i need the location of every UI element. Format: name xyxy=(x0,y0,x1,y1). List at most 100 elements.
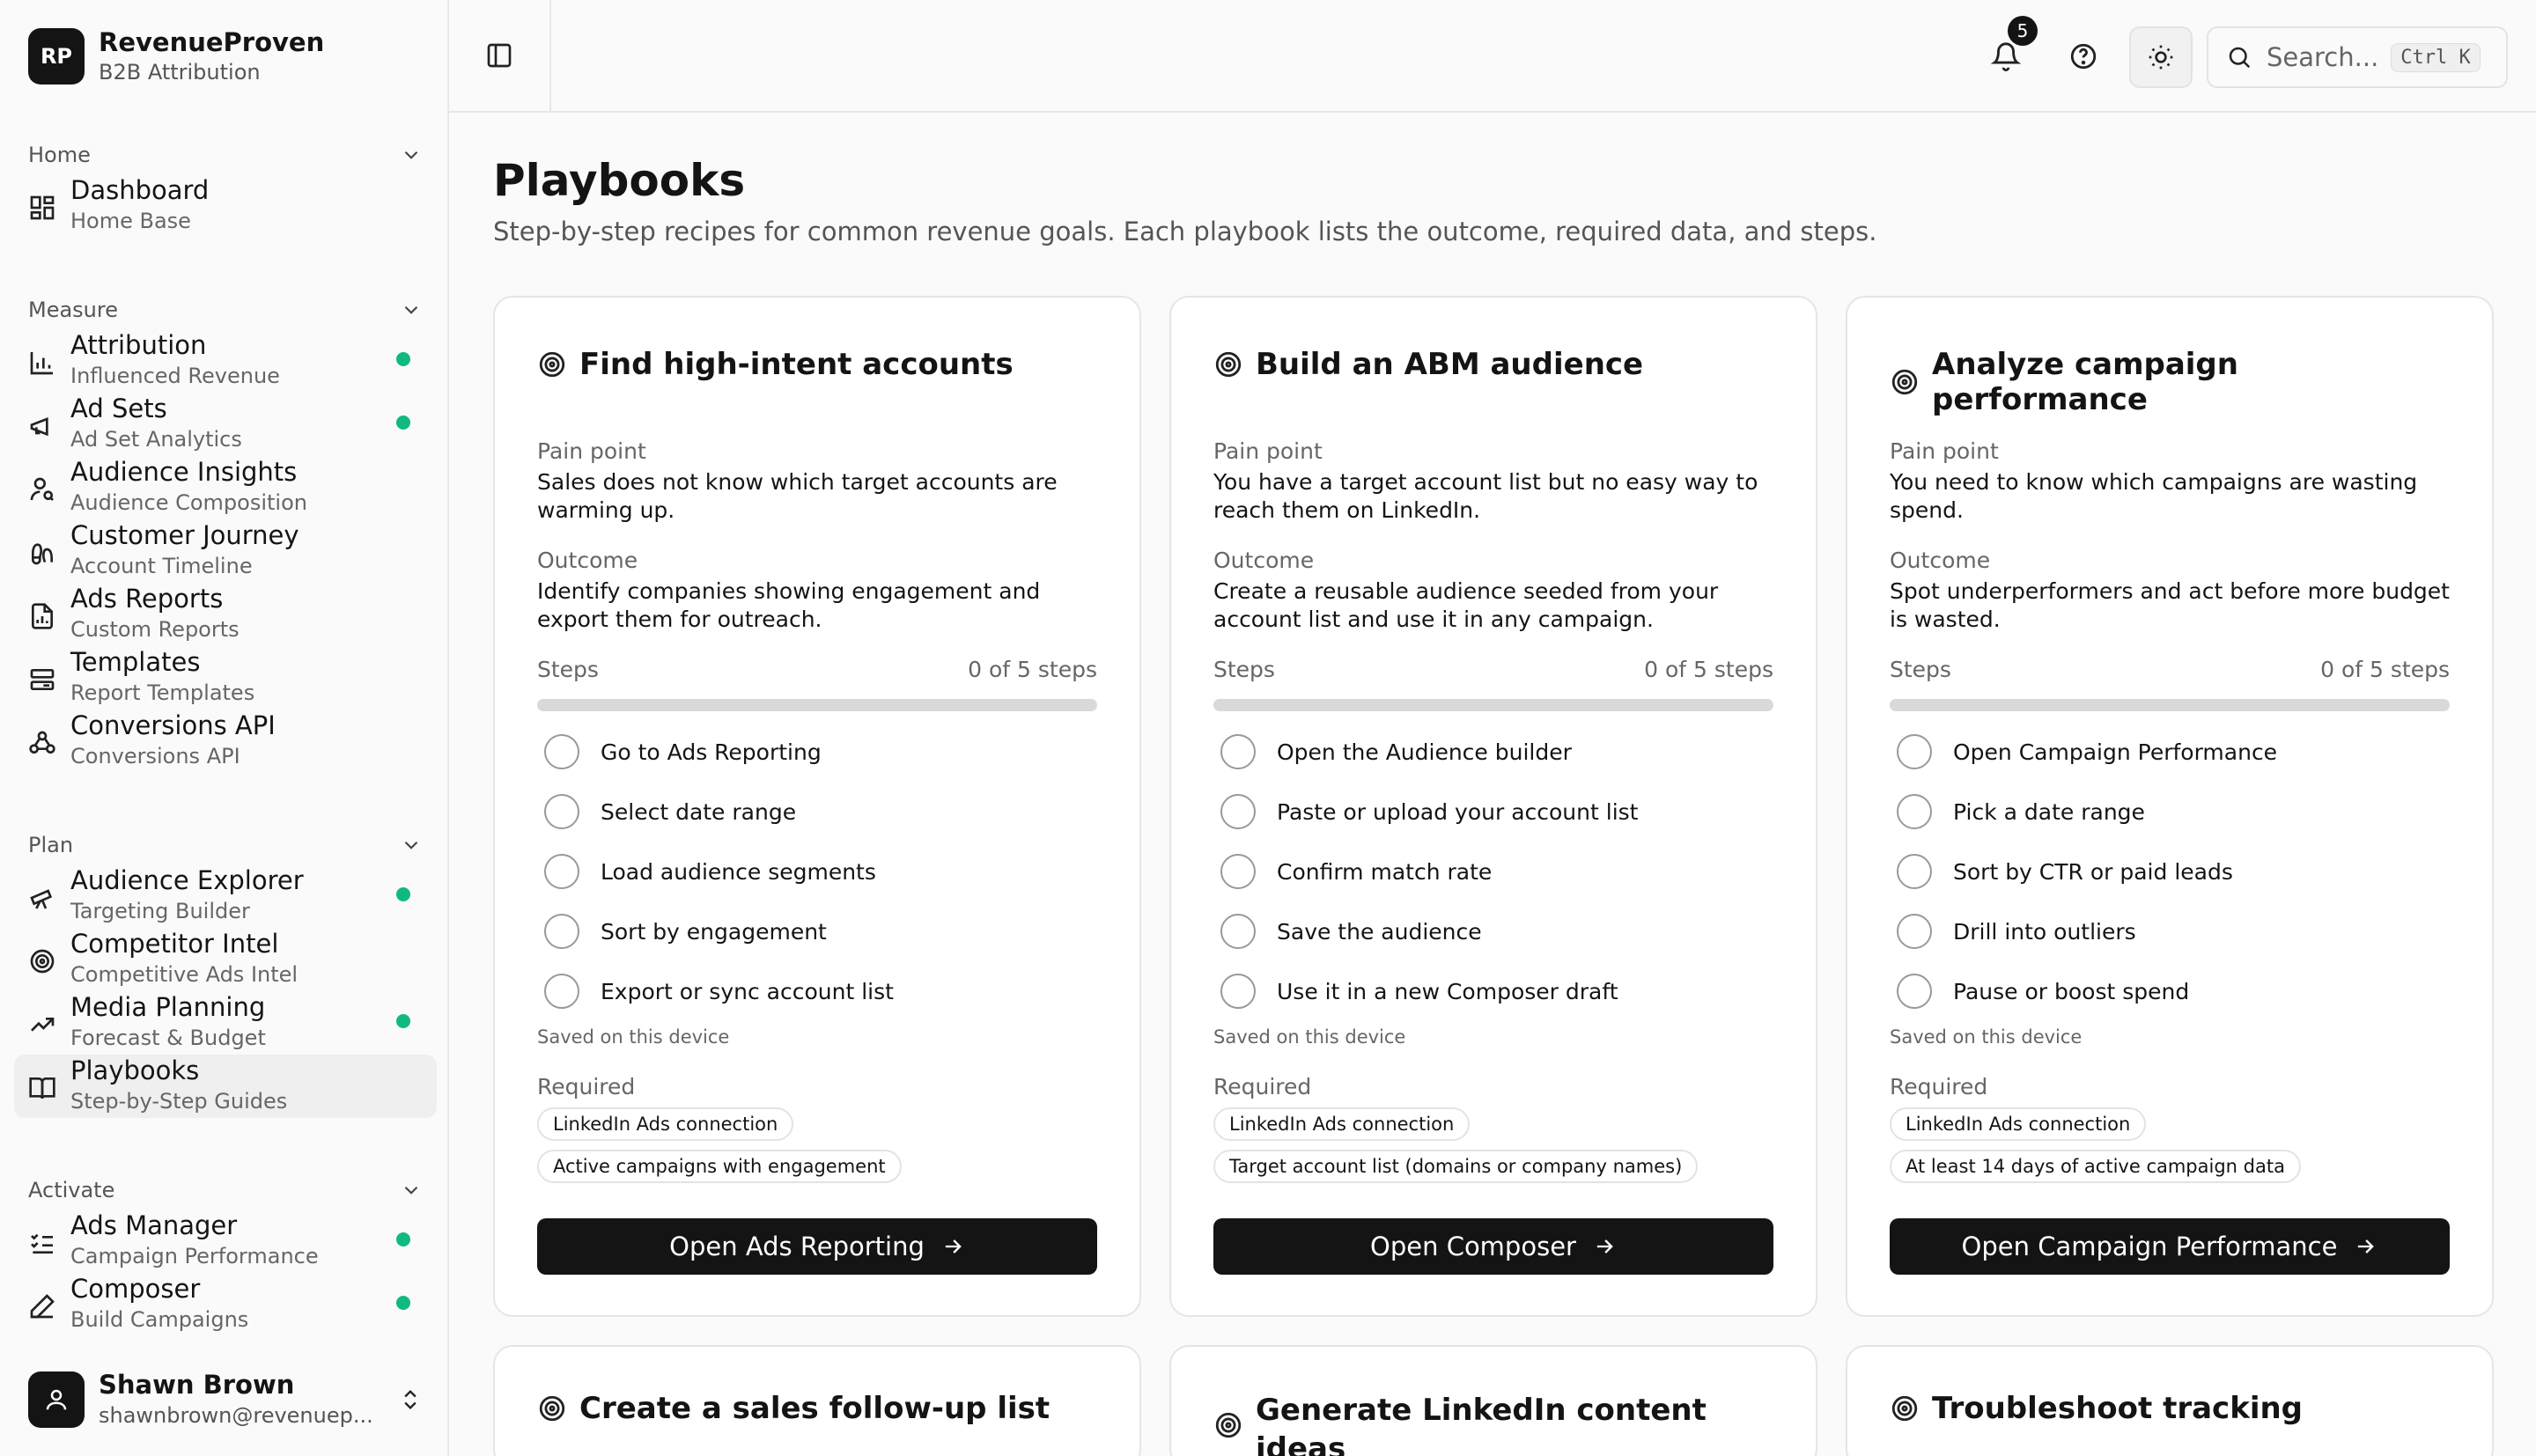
nav-group-header-plan[interactable]: Plan xyxy=(28,826,423,864)
file-chart-icon xyxy=(32,603,53,629)
open-ads-reporting-button[interactable]: Open Ads Reporting xyxy=(537,1218,1097,1275)
help-circle-icon xyxy=(2070,43,2097,70)
sidebar-item-conversions-api[interactable]: Conversions API Conversions API xyxy=(28,710,423,773)
help-button[interactable] xyxy=(2062,35,2105,77)
step-checkbox[interactable]: Select date range xyxy=(544,792,796,831)
trending-up-icon xyxy=(31,1018,55,1032)
step-checkbox[interactable]: Open Campaign Performance xyxy=(1897,732,2277,771)
open-composer-button[interactable]: Open Composer xyxy=(1213,1218,1773,1275)
sidebar: RP RevenueProven B2B Attribution Home Da… xyxy=(0,0,449,1456)
outcome-label: Outcome xyxy=(537,548,638,573)
webhook-icon xyxy=(29,731,55,754)
theme-toggle-button[interactable] xyxy=(2129,26,2193,88)
sidebar-item-label: Templates xyxy=(70,647,201,677)
playbook-card: Find high-intent accounts Pain point Sal… xyxy=(493,296,1141,1317)
target-icon xyxy=(1891,1395,1918,1422)
sidebar-item-sublabel: Step-by-Step Guides xyxy=(70,1089,288,1114)
step-checkbox[interactable]: Sort by engagement xyxy=(544,912,827,951)
step-checkbox[interactable]: Confirm match rate xyxy=(1220,852,1492,891)
steps-progress-count: 0 of 5 steps xyxy=(1644,657,1773,682)
steps-label: Steps xyxy=(1890,657,1951,682)
sidebar-item-attribution[interactable]: Attribution Influenced Revenue xyxy=(28,329,423,393)
sidebar-item-composer[interactable]: Composer Build Campaigns xyxy=(28,1273,423,1336)
step-checkbox[interactable]: Load audience segments xyxy=(544,852,876,891)
nav-group-label: Plan xyxy=(28,833,74,857)
nav-group-header-home[interactable]: Home xyxy=(28,136,423,174)
sidebar-item-label: Conversions API xyxy=(70,710,276,740)
brand[interactable]: RP RevenueProven B2B Attribution xyxy=(28,26,324,86)
sidebar-item-dashboard[interactable]: Dashboard Home Base xyxy=(28,174,423,238)
topbar: 5 Search... Ctrl K xyxy=(449,0,2536,113)
sidebar-item-playbooks[interactable]: Playbooks Step-by-Step Guides xyxy=(14,1055,437,1118)
sidebar-item-label: Ads Manager xyxy=(70,1210,238,1240)
status-dot xyxy=(396,1014,410,1028)
step-checkbox[interactable]: Paste or upload your account list xyxy=(1220,792,1638,831)
steps-progress-count: 0 of 5 steps xyxy=(968,657,1097,682)
user-icon xyxy=(46,1389,67,1410)
sidebar-item-sublabel: Conversions API xyxy=(70,744,240,768)
required-label: Required xyxy=(537,1074,636,1099)
outcome-text: Spot underperformers and act before more… xyxy=(1890,578,2450,632)
nav-group-label: Measure xyxy=(28,298,118,322)
sidebar-item-label: Audience Explorer xyxy=(70,865,304,895)
target-icon xyxy=(1215,1412,1242,1438)
brand-logo: RP xyxy=(28,28,85,85)
step-checkbox[interactable]: Sort by CTR or paid leads xyxy=(1897,852,2233,891)
nav-group-label: Home xyxy=(28,143,91,167)
page-subtitle: Step-by-step recipes for common revenue … xyxy=(493,217,1877,246)
sidebar-item-label: Dashboard xyxy=(70,175,210,205)
sidebar-item-label: Attribution xyxy=(70,330,207,360)
avatar xyxy=(28,1371,85,1428)
sidebar-toggle-button[interactable] xyxy=(449,0,551,111)
sidebar-item-ads-reports[interactable]: Ads Reports Custom Reports xyxy=(28,583,423,646)
bell-icon xyxy=(1991,42,2021,71)
step-checkbox[interactable]: Pick a date range xyxy=(1897,792,2145,831)
notifications-button[interactable]: 5 xyxy=(1985,16,2038,77)
sidebar-item-audience-insights[interactable]: Audience Insights Audience Composition xyxy=(28,456,423,519)
step-checkbox[interactable]: Drill into outliers xyxy=(1897,912,2136,951)
pain-point-label: Pain point xyxy=(1213,438,1323,464)
sidebar-item-ad-sets[interactable]: Ad Sets Ad Set Analytics xyxy=(28,393,423,456)
sidebar-item-label: Ad Sets xyxy=(70,393,167,423)
sidebar-item-sublabel: Competitive Ads Intel xyxy=(70,962,299,987)
saved-note: Saved on this device xyxy=(1213,1026,1406,1048)
playbook-title: Troubleshoot tracking xyxy=(1890,1391,2303,1426)
playbook-card: Build an ABM audience Pain point You hav… xyxy=(1169,296,1817,1317)
step-checkbox[interactable]: Open the Audience builder xyxy=(1220,732,1572,771)
steps-progress-bar xyxy=(1890,699,2450,711)
step-checkbox[interactable]: Export or sync account list xyxy=(544,972,894,1011)
notification-count-badge: 5 xyxy=(2008,16,2038,46)
step-checkbox[interactable]: Pause or boost spend xyxy=(1897,972,2189,1011)
saved-note: Saved on this device xyxy=(537,1026,730,1048)
step-checkbox[interactable]: Go to Ads Reporting xyxy=(544,732,822,771)
nav-group-header-measure[interactable]: Measure xyxy=(28,290,423,329)
sidebar-item-media-planning[interactable]: Media Planning Forecast & Budget xyxy=(28,991,423,1055)
chevron-down-icon xyxy=(404,151,418,159)
open-campaign-performance-button[interactable]: Open Campaign Performance xyxy=(1890,1218,2450,1275)
sidebar-item-sublabel: Audience Composition xyxy=(70,490,307,515)
status-dot xyxy=(396,887,410,901)
target-icon xyxy=(1215,351,1242,378)
nav-group-home: Home Dashboard Home Base xyxy=(28,136,423,238)
saved-note: Saved on this device xyxy=(1890,1026,2083,1048)
search-input[interactable]: Search... Ctrl K xyxy=(2207,26,2508,88)
sidebar-item-sublabel: Home Base xyxy=(70,209,191,233)
sidebar-item-customer-journey[interactable]: Customer Journey Account Timeline xyxy=(28,519,423,583)
sidebar-item-label: Audience Insights xyxy=(70,457,298,487)
sidebar-item-templates[interactable]: Templates Report Templates xyxy=(28,646,423,710)
nav-group-measure: Measure Attribution Influenced Revenue Ad… xyxy=(28,290,423,773)
sidebar-item-ads-manager[interactable]: Ads Manager Campaign Performance xyxy=(28,1210,423,1273)
sidebar-item-label: Playbooks xyxy=(70,1055,200,1085)
nav-group-header-activate[interactable]: Activate xyxy=(28,1171,423,1210)
list-checks-icon xyxy=(31,1233,53,1254)
steps-label: Steps xyxy=(537,657,599,682)
sidebar-item-audience-explorer[interactable]: Audience Explorer Targeting Builder xyxy=(28,864,423,928)
requirement-chip: LinkedIn Ads connection xyxy=(537,1107,794,1141)
step-checkbox[interactable]: Save the audience xyxy=(1220,912,1482,951)
user-menu[interactable]: Shawn Brown shawnbrown@revenuep... xyxy=(28,1364,423,1435)
nav-group-activate: Activate Ads Manager Campaign Performance… xyxy=(28,1171,423,1336)
steps-progress-bar xyxy=(1213,699,1773,711)
user-email: shawnbrown@revenuep... xyxy=(99,1403,373,1428)
step-checkbox[interactable]: Use it in a new Composer draft xyxy=(1220,972,1618,1011)
sidebar-item-competitor-intel[interactable]: Competitor Intel Competitive Ads Intel xyxy=(28,928,423,991)
